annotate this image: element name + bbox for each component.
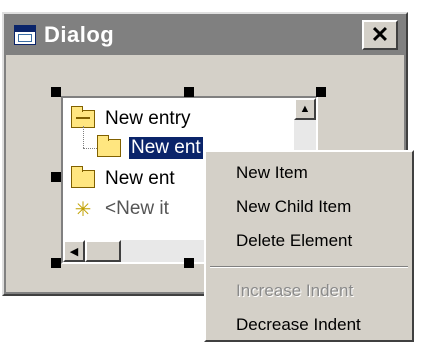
menu-item-new-item[interactable]: New Item <box>206 156 412 190</box>
resize-handle-left[interactable] <box>51 172 61 182</box>
resize-handle-bottom[interactable] <box>184 258 194 268</box>
tree-node-selected[interactable]: New ent <box>97 133 204 163</box>
close-button[interactable]: ✕ <box>362 20 398 50</box>
resize-handle-top-left[interactable] <box>51 87 61 97</box>
window-title: Dialog <box>44 21 115 47</box>
menu-item-decrease-indent[interactable]: Decrease Indent <box>206 308 412 342</box>
resize-handle-top-right[interactable] <box>316 87 326 97</box>
tree-node-label: New ent <box>128 136 204 160</box>
folder-icon <box>71 166 95 188</box>
menu-item-new-child-item[interactable]: New Child Item <box>206 190 412 224</box>
tree-node[interactable]: New ent <box>71 164 175 194</box>
menu-item-delete-element[interactable]: Delete Element <box>206 224 412 258</box>
tree-node-label: New ent <box>105 168 175 189</box>
new-item-star-icon: ✳ <box>74 198 92 221</box>
tree-node-label: <New it <box>105 198 169 219</box>
title-bar[interactable]: Dialog ✕ <box>6 16 404 53</box>
tree-node-label: New entry <box>105 108 191 129</box>
tree-connector <box>83 148 97 149</box>
resize-handle-bottom-left[interactable] <box>51 258 61 268</box>
tree-node[interactable]: New entry <box>71 104 191 134</box>
menu-separator <box>210 266 408 268</box>
scroll-left-button[interactable]: ◀ <box>63 240 85 262</box>
tree-connector <box>83 126 84 148</box>
scroll-up-button[interactable]: ▲ <box>294 98 316 120</box>
tree-node-new[interactable]: ✳ <New it <box>71 194 169 224</box>
scroll-thumb[interactable] <box>85 240 121 262</box>
window-icon <box>14 24 36 45</box>
context-menu: New Item New Child Item Delete Element I… <box>204 150 414 342</box>
resize-handle-top[interactable] <box>184 87 194 97</box>
folder-icon <box>97 135 121 157</box>
menu-item-increase-indent: Increase Indent <box>236 281 354 300</box>
